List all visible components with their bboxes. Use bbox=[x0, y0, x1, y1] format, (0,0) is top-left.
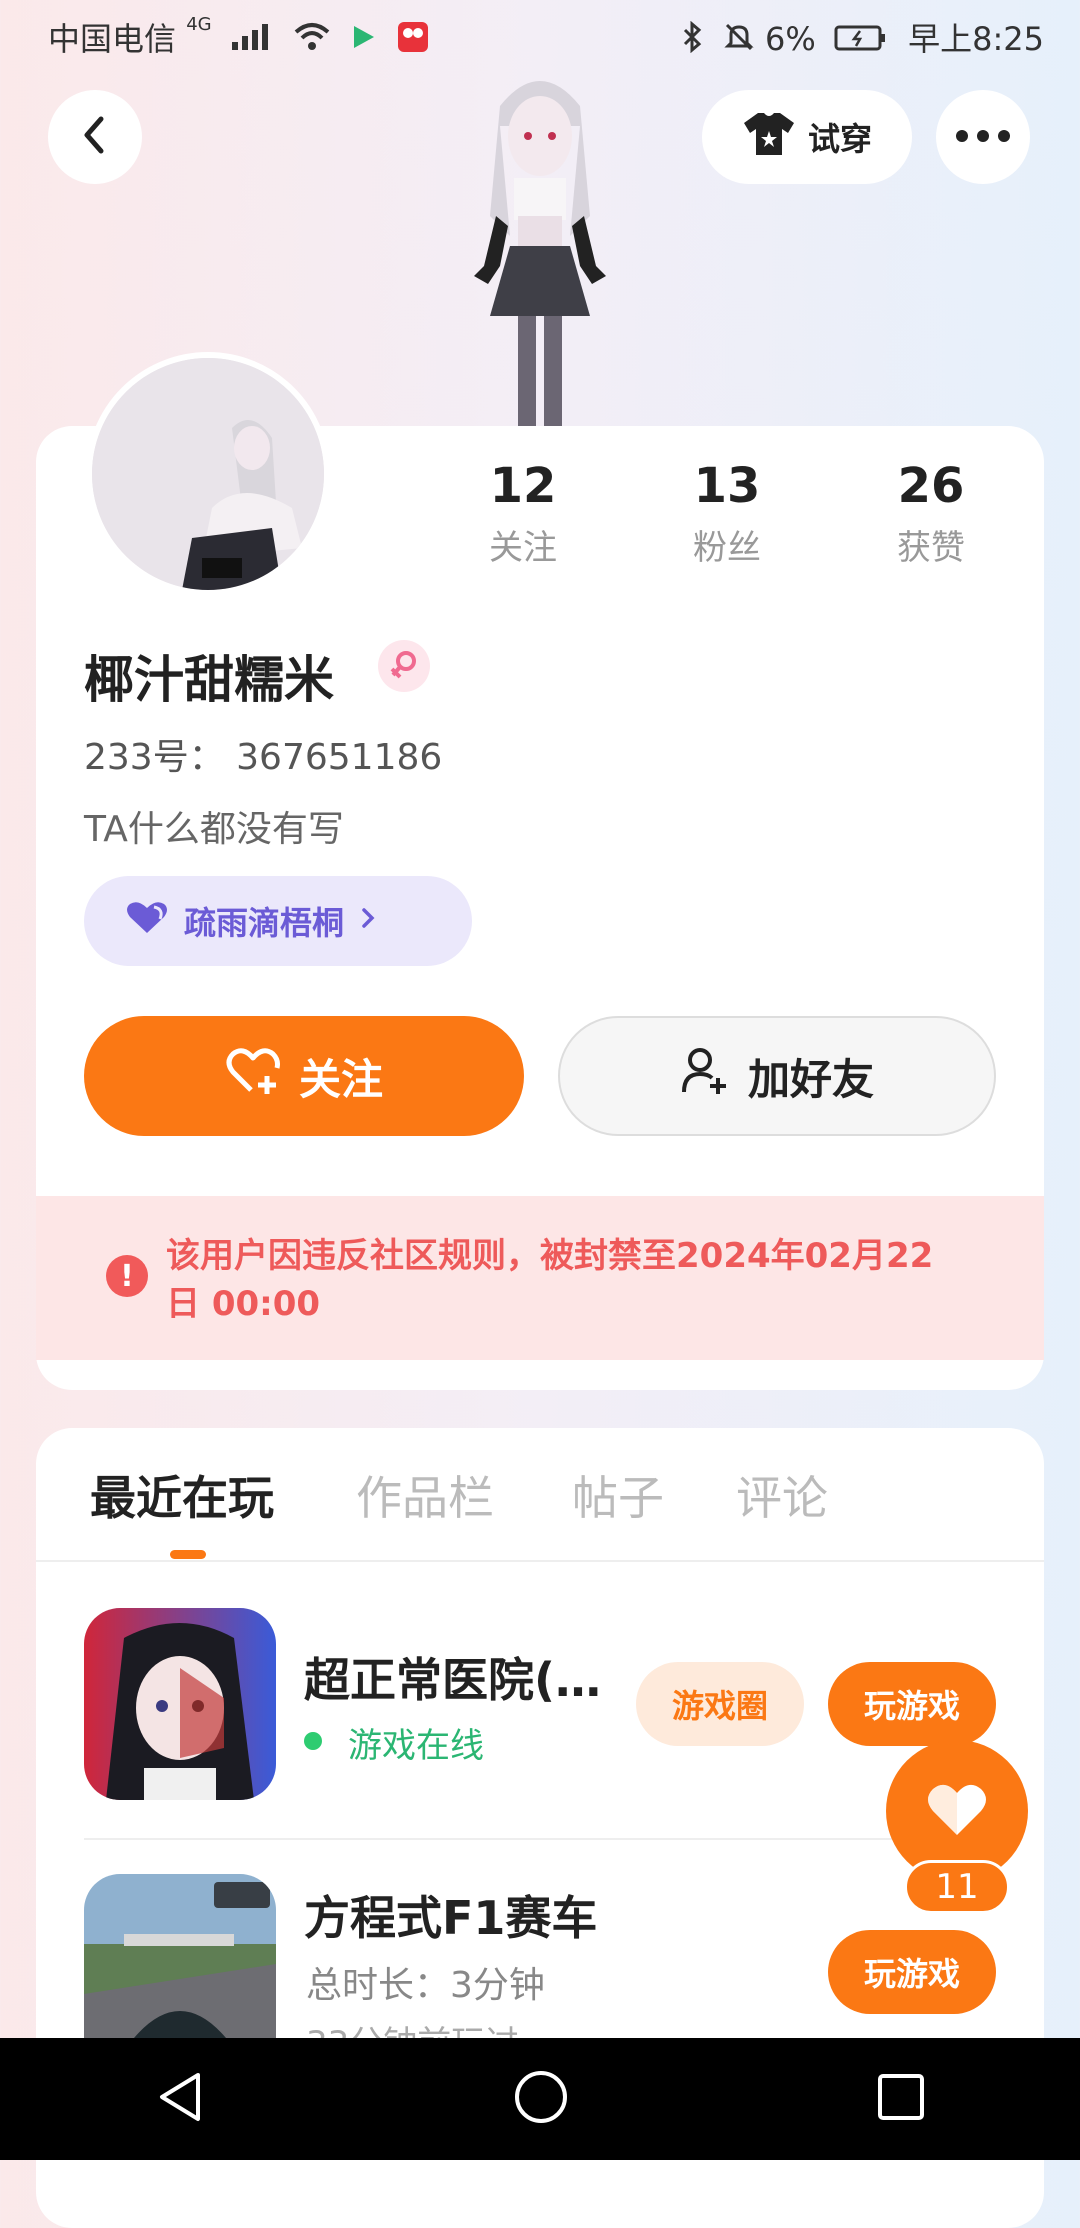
tab-recent-play[interactable]: 最近在玩 bbox=[90, 1462, 274, 1528]
ban-notice-text: 该用户因违反社区规则，被封禁至2024年02月22日 00:00 bbox=[166, 1236, 934, 1324]
nav-recents-icon[interactable] bbox=[876, 2072, 926, 2126]
nav-home-icon[interactable] bbox=[513, 2069, 569, 2129]
heart-plus-icon bbox=[225, 1046, 281, 1106]
tab-posts[interactable]: 帖子 bbox=[572, 1462, 664, 1528]
status-left: 中国电信 4G bbox=[48, 14, 430, 62]
signal-icon bbox=[230, 22, 276, 60]
try-on-label: 试穿 bbox=[807, 120, 872, 158]
heart-icon bbox=[124, 899, 170, 943]
tab-divider bbox=[36, 1560, 1044, 1562]
avatar-3d-figure[interactable] bbox=[430, 66, 650, 426]
female-gender-icon bbox=[378, 640, 430, 692]
add-user-icon bbox=[680, 1046, 730, 1106]
stat-likes-num: 26 bbox=[897, 458, 965, 514]
add-friend-button[interactable]: 加好友 bbox=[558, 1016, 996, 1136]
game-last-played: 33分钟前玩过 bbox=[306, 2016, 519, 2038]
nav-back-icon[interactable] bbox=[154, 2069, 206, 2129]
wifi-icon bbox=[294, 22, 330, 60]
network-label: 4G bbox=[186, 14, 212, 35]
follow-button[interactable]: 关注 bbox=[84, 1016, 524, 1136]
system-nav-bar bbox=[0, 2038, 1080, 2160]
stat-fans[interactable]: 13 粉丝 bbox=[652, 458, 802, 569]
back-button[interactable] bbox=[48, 90, 142, 184]
try-on-button[interactable]: 试穿 bbox=[702, 90, 912, 184]
carrier-label: 中国电信 bbox=[48, 20, 177, 58]
warning-icon: ! bbox=[106, 1255, 148, 1297]
tab-works[interactable]: 作品栏 bbox=[356, 1462, 494, 1528]
row-divider bbox=[84, 1838, 996, 1840]
username: 椰汁甜糯米 bbox=[84, 651, 334, 709]
game-title-hospital[interactable]: 超正常医院(… bbox=[304, 1644, 601, 1710]
play-game-button-2[interactable]: 玩游戏 bbox=[828, 1930, 996, 2014]
profile-avatar[interactable] bbox=[86, 352, 330, 596]
app-notify-icon-2 bbox=[396, 20, 430, 62]
stat-fans-label: 粉丝 bbox=[693, 528, 761, 568]
like-count: 11 bbox=[904, 1860, 1010, 1914]
tshirt-icon bbox=[742, 109, 796, 165]
tab-indicator bbox=[170, 1550, 206, 1559]
heart-icon bbox=[925, 1781, 989, 1841]
stat-following[interactable]: 12 关注 bbox=[448, 458, 598, 569]
game-play-duration: 总时长：3分钟 bbox=[306, 1965, 545, 2006]
game-icon-f1[interactable] bbox=[84, 1874, 276, 2038]
app-notify-icon bbox=[348, 22, 378, 60]
bluetooth-icon bbox=[681, 20, 705, 61]
play-game-button-1[interactable]: 玩游戏 bbox=[828, 1662, 996, 1746]
more-dots-icon bbox=[955, 128, 1011, 147]
chevron-left-icon bbox=[77, 113, 113, 161]
stat-likes-label: 获赞 bbox=[897, 528, 965, 568]
add-friend-label: 加好友 bbox=[747, 1054, 874, 1104]
status-right: 6% 早上8:25 bbox=[673, 14, 1044, 61]
tab-comments[interactable]: 评论 bbox=[736, 1462, 828, 1528]
stat-likes[interactable]: 26 获赞 bbox=[856, 458, 1006, 569]
user-bio: TA什么都没有写 bbox=[84, 809, 344, 850]
battery-percent: 6% bbox=[765, 20, 816, 58]
online-status-dot bbox=[304, 1732, 322, 1750]
battery-icon bbox=[834, 22, 888, 60]
guild-name: 疏雨滴梧桐 bbox=[184, 904, 345, 942]
game-title-f1[interactable]: 方程式F1赛车 bbox=[304, 1882, 597, 1948]
guild-badge[interactable]: 疏雨滴梧桐 bbox=[84, 876, 472, 966]
mute-icon bbox=[723, 21, 755, 61]
game-circle-button[interactable]: 游戏圈 bbox=[636, 1662, 804, 1746]
game-status-online: 游戏在线 bbox=[348, 1726, 484, 1766]
more-button[interactable] bbox=[936, 90, 1030, 184]
stat-following-label: 关注 bbox=[489, 528, 557, 568]
user-id: 233号： 367651186 bbox=[84, 737, 443, 778]
chevron-right-icon bbox=[358, 902, 378, 940]
stat-fans-num: 13 bbox=[693, 458, 761, 514]
status-bar: 中国电信 4G 6% 早上8:25 bbox=[0, 0, 1080, 72]
follow-label: 关注 bbox=[298, 1054, 383, 1104]
clock: 早上8:25 bbox=[908, 20, 1044, 58]
stat-following-num: 12 bbox=[489, 458, 557, 514]
game-icon-hospital[interactable] bbox=[84, 1608, 276, 1800]
